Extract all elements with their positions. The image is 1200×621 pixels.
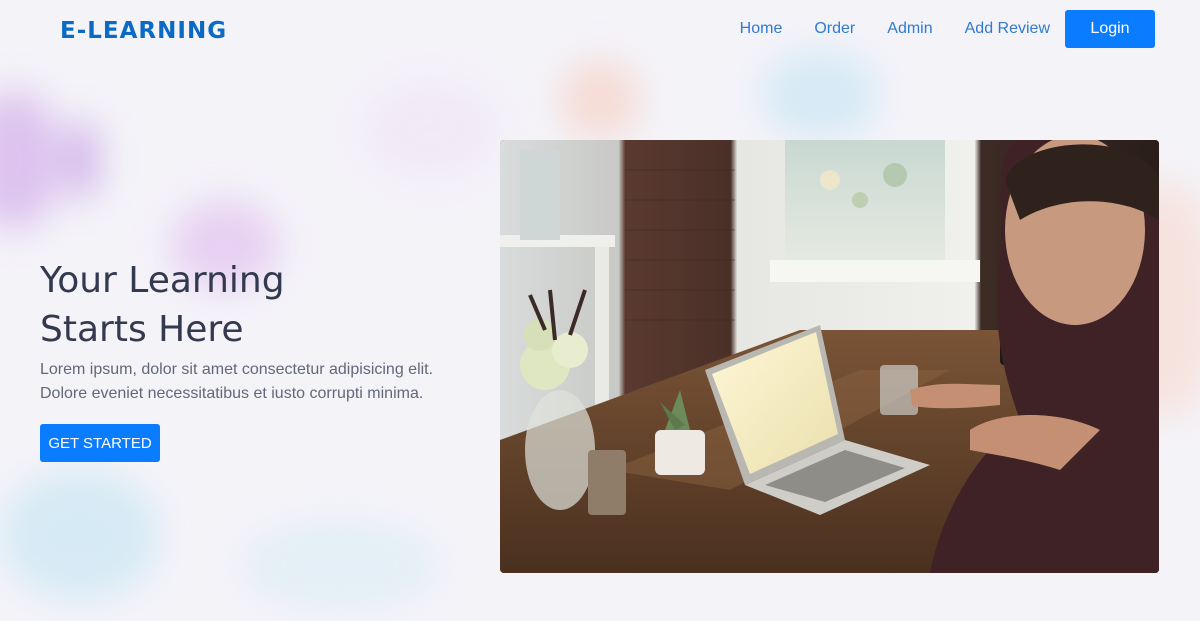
nav-add-review-link[interactable]: Add Review — [965, 20, 1050, 38]
page: E-LEARNING Home Order Admin Add Review L… — [0, 0, 1200, 621]
nav-admin-link[interactable]: Admin — [887, 20, 932, 38]
nav-home-link[interactable]: Home — [740, 20, 783, 38]
get-started-button[interactable]: GET STARTED — [40, 424, 160, 462]
nav-order-link[interactable]: Order — [814, 20, 855, 38]
navbar: E-LEARNING Home Order Admin Add Review L… — [0, 0, 1200, 62]
man-with-laptop-photo — [500, 140, 1159, 573]
hero-description: Lorem ipsum, dolor sit amet consectetur … — [40, 361, 434, 402]
hero-section: Your Learning Starts Here Lorem ipsum, d… — [40, 256, 480, 462]
hero-image — [500, 140, 1159, 573]
nav-links: Home Order Admin Add Review Login — [708, 10, 1155, 48]
login-button[interactable]: Login — [1065, 10, 1155, 48]
hero-title: Your Learning Starts Here — [40, 260, 285, 350]
brand-logo[interactable]: E-LEARNING — [60, 18, 227, 44]
